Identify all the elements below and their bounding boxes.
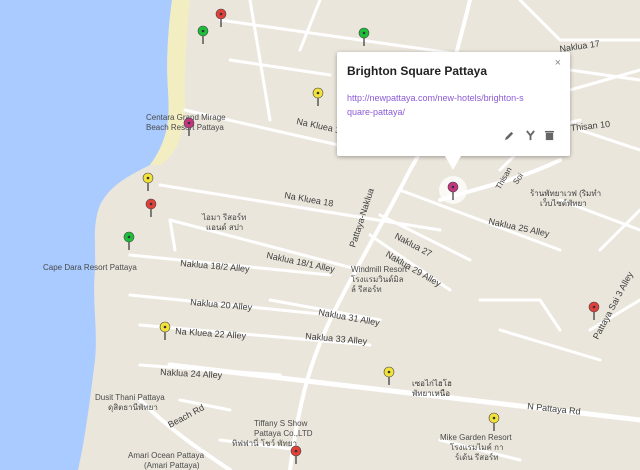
poi-mike-line3: ร์เด้น รีสอร์ท xyxy=(455,452,498,462)
label-naklua-18-2-alley: Naklua 18/2 Alley xyxy=(180,258,251,274)
poi-mike-line2: โรงแรมไมค์ กา xyxy=(450,442,503,452)
pin-green-2-icon[interactable] xyxy=(358,27,370,46)
pencil-icon[interactable] xyxy=(502,128,516,142)
poi-dusit-line1: Dusit Thani Pattaya xyxy=(95,393,165,402)
label-beach-rd: Beach Rd xyxy=(166,402,206,429)
label-thai-north-2: พัทยาเหนือ xyxy=(412,389,450,398)
pin-yellow-2-icon[interactable] xyxy=(142,172,154,191)
trash-icon[interactable] xyxy=(542,128,556,142)
poi-amari-line1: Amari Ocean Pattaya xyxy=(128,451,205,460)
poi-dusit-line2: ดุสิตธานีพัทยา xyxy=(108,403,158,412)
poi-lamai-line2: แอนด์ สปา xyxy=(206,222,243,232)
pin-red-3-icon[interactable] xyxy=(588,301,600,320)
label-thai-north-1: เซอไก่ไฮโฮ xyxy=(412,378,452,388)
close-icon[interactable]: × xyxy=(555,57,561,69)
label-thai-website: เว็บไซต์พัทยา xyxy=(540,198,587,208)
pin-yellow-1-icon[interactable] xyxy=(312,87,324,106)
poi-cape-dara: Cape Dara Resort Pattaya xyxy=(43,263,137,272)
poi-windmill-line2: โรงแรมวินด์มิล xyxy=(351,274,404,284)
poi-tiffany-line2: Pattaya Co.,LTD xyxy=(254,429,313,438)
pin-yellow-3-icon[interactable] xyxy=(159,321,171,340)
pin-green-1-icon[interactable] xyxy=(197,25,209,44)
label-naklua-20-alley: Naklua 20 Alley xyxy=(190,297,253,312)
pin-red-1-icon[interactable] xyxy=(215,8,227,27)
style-icon[interactable] xyxy=(523,128,537,142)
label-naklua-24-alley: Naklua 24 Alley xyxy=(160,367,223,380)
label-thai-wave: ร้านพัทยาเวฟ (ริมทำ xyxy=(530,189,601,198)
label-naklua-33-alley: Naklua 33 Alley xyxy=(305,331,368,346)
info-window-tail xyxy=(445,156,461,170)
pin-red-2-icon[interactable] xyxy=(145,198,157,217)
pin-yellow-4-icon[interactable] xyxy=(383,366,395,385)
poi-tiffany-line3: ทิฟฟานี่ โชว์ พัทยา xyxy=(232,437,297,448)
label-n-pattaya-rd: N Pattaya Rd xyxy=(527,401,581,417)
poi-mike-line1: Mike Garden Resort xyxy=(440,433,512,442)
label-na-kluea-22-alley: Na Kluea 22 Alley xyxy=(175,326,247,341)
info-window-link[interactable]: http://newpattaya.com/new-hotels/brighto… xyxy=(347,91,527,119)
poi-windmill-line1: Windmill Resort xyxy=(351,265,408,274)
pin-yellow-5-icon[interactable] xyxy=(488,412,500,431)
poi-windmill-line3: ล์ รีสอร์ท xyxy=(351,284,382,294)
info-window-title: Brighton Square Pattaya xyxy=(347,64,488,78)
pin-green-3-icon[interactable] xyxy=(123,231,135,250)
poi-tiffany-line1: Tiffany S Show xyxy=(254,419,308,428)
poi-amari-line2: (Amari Pattaya) xyxy=(144,461,200,470)
info-window: Brighton Square Pattaya http://newpattay… xyxy=(337,52,570,170)
poi-lamai-line1: ไอมา รีสอร์ท xyxy=(201,212,246,222)
